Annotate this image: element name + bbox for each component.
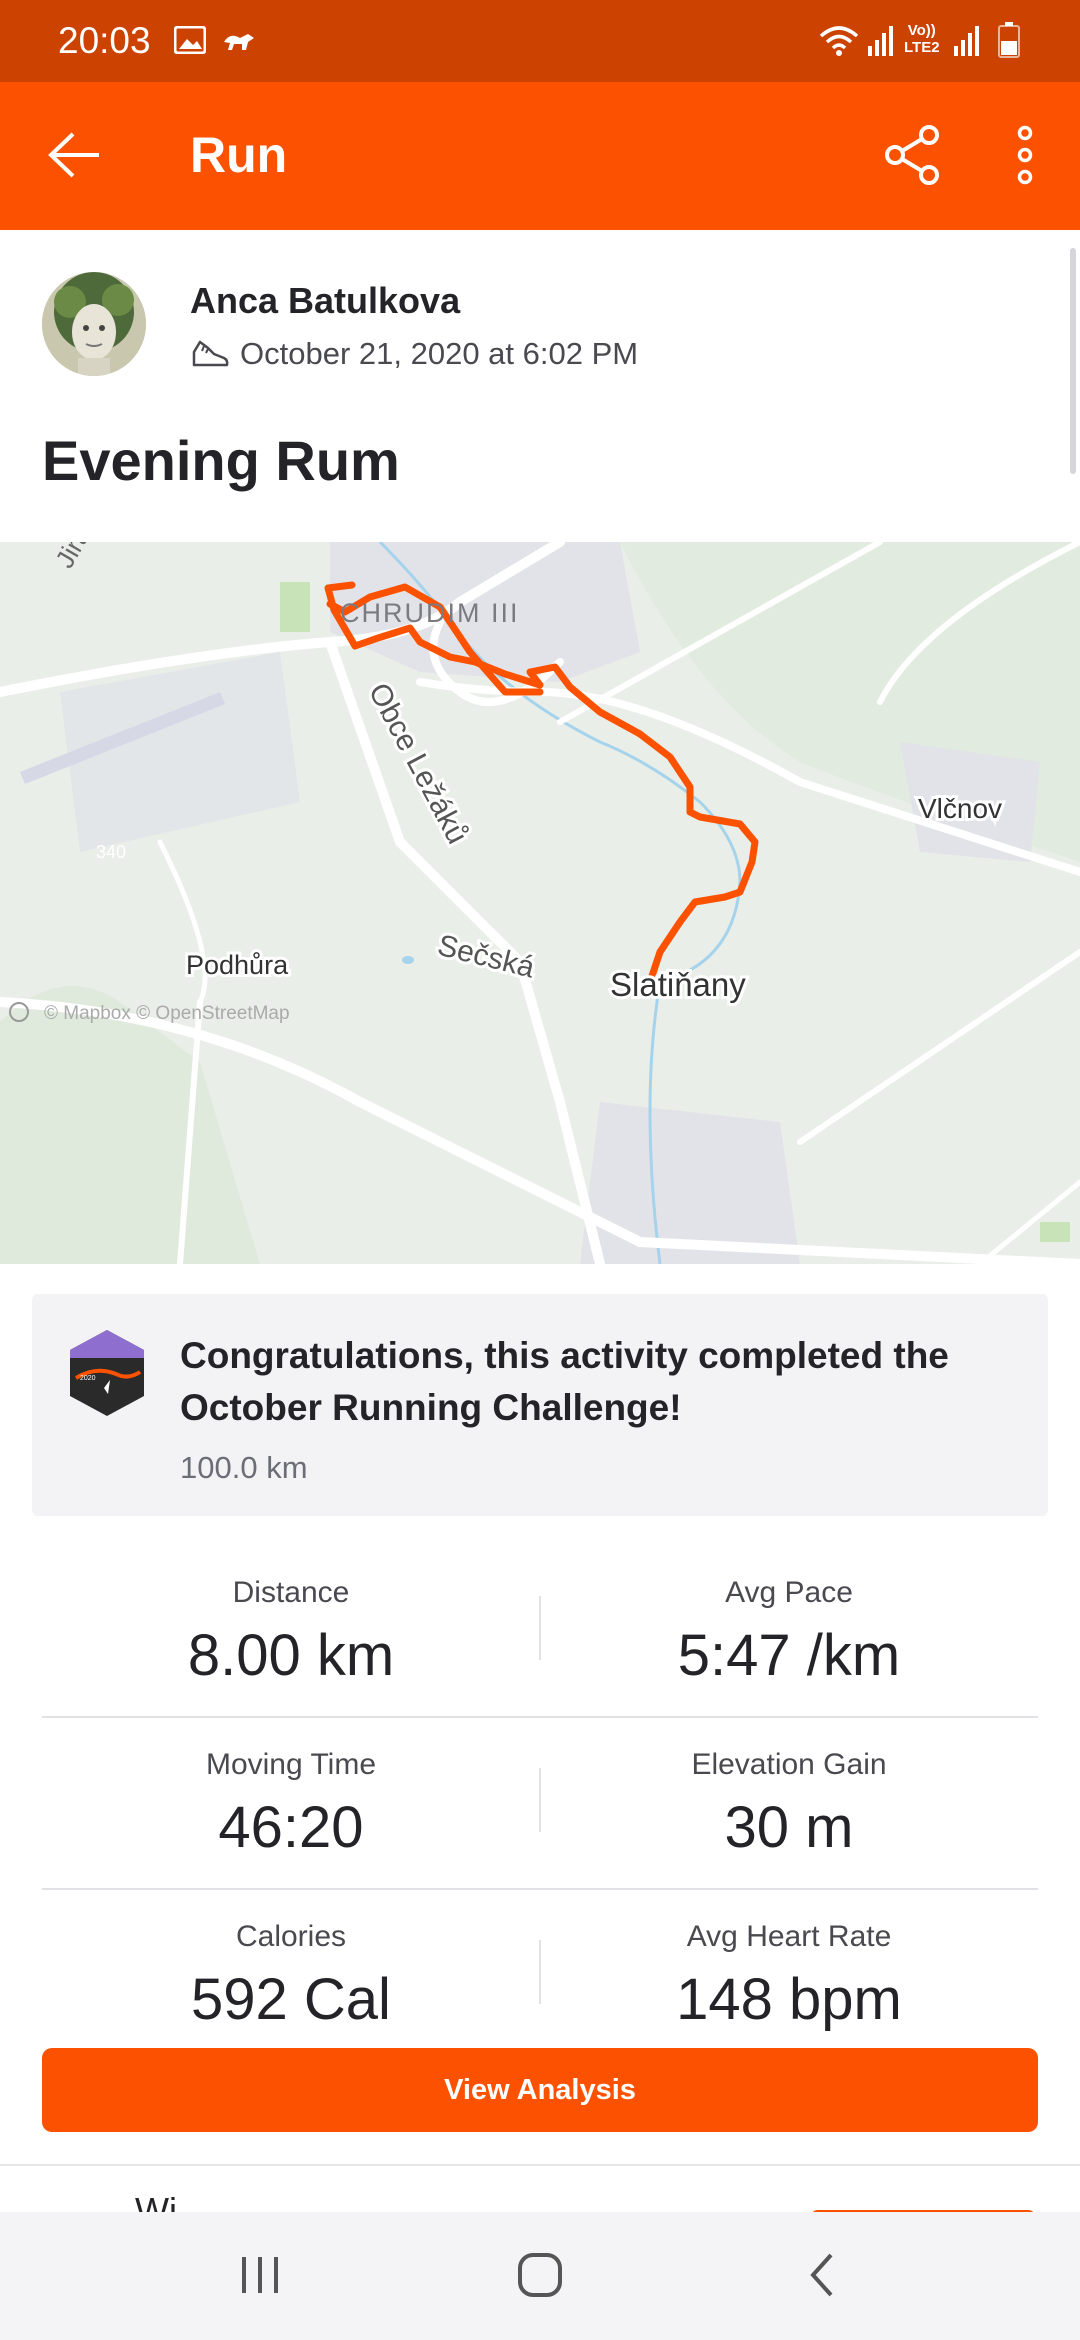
challenge-distance: 100.0 km <box>180 1450 308 1485</box>
map-label-town-top: CHRUDIM III <box>340 598 520 628</box>
stat-label: Avg Pace <box>725 1576 853 1609</box>
back-button[interactable] <box>28 112 118 202</box>
stat-label: Calories <box>235 1920 347 1953</box>
route-map[interactable]: CHRUDIM III Obce Ležáků Vlčnov Podhůra S… <box>0 542 1080 1264</box>
peek-text: Wi... <box>135 2190 207 2212</box>
divider <box>0 2164 1080 2166</box>
wifi-icon <box>818 24 860 63</box>
stat-avg-heart-rate: Avg Heart Rate 148 bpm <box>540 1890 1038 2033</box>
scrollbar[interactable] <box>1070 248 1076 474</box>
recents-button[interactable] <box>220 2242 300 2312</box>
stat-label: Avg Heart Rate <box>686 1920 892 1953</box>
stat-avg-pace: Avg Pace 5:47 /km <box>540 1546 1038 1689</box>
stat-calories: Calories 592 Cal <box>42 1890 540 2033</box>
back-icon <box>807 2252 837 2303</box>
activity-detail[interactable]: Anca Batulkova October 21, 2020 at 6:02 … <box>0 230 1080 2212</box>
share-button[interactable] <box>868 112 958 202</box>
signal-icon <box>866 24 896 61</box>
home-button[interactable] <box>500 2242 580 2312</box>
signal-icon <box>952 24 982 61</box>
map-label-village-left: Podhůra <box>186 950 289 980</box>
stat-value: 46:20 <box>218 1795 364 1860</box>
map-label-village-right: Vlčnov <box>918 793 1002 824</box>
app-bar: Run <box>0 82 1080 230</box>
stat-value: 8.00 km <box>187 1623 395 1688</box>
stats-row: Calories 592 Cal Avg Heart Rate 148 bpm <box>42 1890 1038 2060</box>
map-label-road-number: 340 <box>96 842 126 862</box>
image-icon <box>173 25 207 59</box>
app-notification-icon <box>222 30 256 57</box>
stat-distance: Distance 8.00 km <box>42 1546 540 1689</box>
stat-value: 592 Cal <box>191 1967 391 2032</box>
status-bar: 20:03 Vo)) LTE2 <box>0 0 1080 82</box>
map-attribution[interactable]: © Mapbox © OpenStreetMap <box>44 1003 290 1024</box>
athlete-name[interactable]: Anca Batulkova <box>190 280 460 322</box>
system-nav-bar <box>0 2212 1080 2340</box>
activity-datetime: October 21, 2020 at 6:02 PM <box>190 336 638 372</box>
status-time: 20:03 <box>58 20 151 61</box>
home-icon <box>517 2252 563 2303</box>
challenge-text: Congratulations, this activity completed… <box>180 1335 949 1428</box>
datetime-text: October 21, 2020 at 6:02 PM <box>240 336 639 371</box>
more-options-button[interactable] <box>980 112 1070 202</box>
stat-value: 5:47 /km <box>677 1623 901 1688</box>
view-analysis-button[interactable]: View Analysis <box>42 2048 1038 2132</box>
stats-grid: Distance 8.00 km Avg Pace 5:47 /km Movin… <box>42 1546 1038 2060</box>
challenge-badge-icon: 2020 <box>66 1328 148 1423</box>
page-title: Run <box>190 127 288 183</box>
share-icon <box>881 123 945 192</box>
recents-icon <box>238 2255 282 2300</box>
svg-text:2020: 2020 <box>80 1375 96 1382</box>
shoe-icon <box>190 338 230 370</box>
stat-label: Moving Time <box>205 1748 377 1781</box>
map-label-town-bottom: Slatiňany <box>610 966 746 1003</box>
stat-elevation-gain: Elevation Gain 30 m <box>540 1718 1038 1861</box>
back-arrow-icon <box>43 130 103 185</box>
stats-row: Moving Time 46:20 Elevation Gain 30 m <box>42 1718 1038 1890</box>
avatar[interactable] <box>42 272 146 376</box>
stat-value: 30 m <box>724 1795 854 1860</box>
stat-moving-time: Moving Time 46:20 <box>42 1718 540 1861</box>
challenge-card[interactable]: 2020 Congratulations, this activity comp… <box>32 1294 1048 1516</box>
stats-row: Distance 8.00 km Avg Pace 5:47 /km <box>42 1546 1038 1718</box>
more-vert-icon <box>1015 125 1035 190</box>
stat-label: Distance <box>232 1576 350 1609</box>
activity-title: Evening Rum <box>42 429 400 492</box>
stat-label: Elevation Gain <box>691 1748 887 1781</box>
system-back-button[interactable] <box>782 2242 862 2312</box>
battery-icon <box>998 22 1020 63</box>
stat-value: 148 bpm <box>676 1967 902 2032</box>
volte-lte2-icon: Vo)) LTE2 <box>904 22 940 56</box>
